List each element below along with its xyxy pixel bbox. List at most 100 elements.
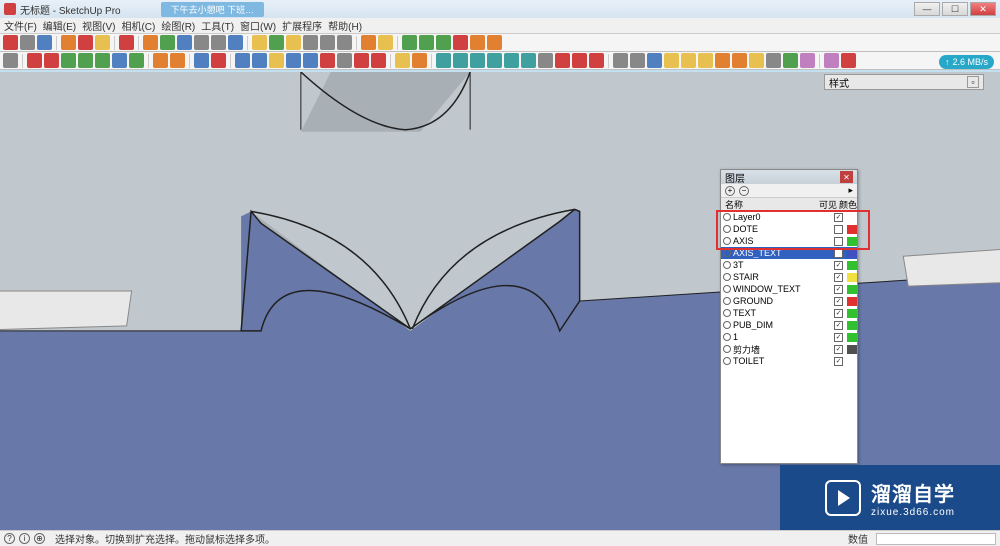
layer-radio[interactable] — [723, 309, 731, 317]
layer-row[interactable]: AXIS_TEXT — [721, 247, 857, 259]
tool-icon[interactable] — [470, 35, 485, 50]
tool-icon[interactable] — [436, 35, 451, 50]
tool-icon[interactable] — [20, 35, 35, 50]
tool-icon[interactable] — [800, 53, 815, 68]
menu-help[interactable]: 帮助(H) — [328, 18, 362, 33]
layer-row[interactable]: GROUND✓ — [721, 295, 857, 307]
layer-row[interactable]: WINDOW_TEXT✓ — [721, 283, 857, 295]
tool-icon[interactable] — [61, 53, 76, 68]
tool-icon[interactable] — [453, 53, 468, 68]
menu-edit[interactable]: 编辑(E) — [43, 18, 76, 33]
browser-tab[interactable]: 下午去小憩吧 下班… — [161, 2, 265, 17]
layer-color-swatch[interactable] — [847, 213, 857, 222]
layer-color-swatch[interactable] — [847, 249, 857, 258]
tool-icon[interactable] — [521, 53, 536, 68]
tool-icon[interactable] — [732, 53, 747, 68]
tool-icon[interactable] — [698, 53, 713, 68]
tool-icon[interactable] — [824, 53, 839, 68]
layer-color-swatch[interactable] — [847, 345, 857, 354]
tool-icon[interactable] — [715, 53, 730, 68]
layer-color-swatch[interactable] — [847, 273, 857, 282]
tool-icon[interactable] — [402, 35, 417, 50]
layer-visible-checkbox[interactable]: ✓ — [834, 261, 843, 270]
tool-icon[interactable] — [572, 53, 587, 68]
minimize-button[interactable]: — — [914, 2, 940, 16]
maximize-button[interactable]: ☐ — [942, 2, 968, 16]
layer-visible-checkbox[interactable]: ✓ — [834, 309, 843, 318]
layer-row[interactable]: DOTE — [721, 223, 857, 235]
tool-icon[interactable] — [337, 53, 352, 68]
layer-row[interactable]: 3T✓ — [721, 259, 857, 271]
layer-radio[interactable] — [723, 345, 731, 353]
layer-visible-checkbox[interactable]: ✓ — [834, 285, 843, 294]
layer-radio[interactable] — [723, 273, 731, 281]
layer-color-swatch[interactable] — [847, 225, 857, 234]
tool-icon[interactable] — [371, 53, 386, 68]
layer-row[interactable]: STAIR✓ — [721, 271, 857, 283]
menu-view[interactable]: 视图(V) — [82, 18, 115, 33]
tool-icon[interactable] — [613, 53, 628, 68]
tool-icon[interactable] — [320, 35, 335, 50]
tool-icon[interactable] — [78, 35, 93, 50]
layer-color-swatch[interactable] — [847, 261, 857, 270]
layer-visible-checkbox[interactable]: ✓ — [834, 333, 843, 342]
layer-visible-checkbox[interactable]: ✓ — [834, 213, 843, 222]
tool-icon[interactable] — [589, 53, 604, 68]
layer-visible-checkbox[interactable]: ✓ — [834, 357, 843, 366]
menu-window[interactable]: 窗口(W) — [240, 18, 276, 33]
tool-icon[interactable] — [143, 35, 158, 50]
tool-icon[interactable] — [3, 35, 18, 50]
layer-row[interactable]: Layer0✓ — [721, 211, 857, 223]
tool-icon[interactable] — [647, 53, 662, 68]
tool-icon[interactable] — [303, 53, 318, 68]
tool-icon[interactable] — [95, 35, 110, 50]
tool-icon[interactable] — [361, 35, 376, 50]
style-panel[interactable]: 样式 ▫ — [824, 74, 984, 90]
tool-icon[interactable] — [129, 53, 144, 68]
tool-icon[interactable] — [228, 35, 243, 50]
tool-icon[interactable] — [235, 53, 250, 68]
tool-icon[interactable] — [211, 35, 226, 50]
layers-menu-icon[interactable]: ▸ — [848, 185, 853, 196]
layer-color-swatch[interactable] — [847, 357, 857, 366]
layer-radio[interactable] — [723, 321, 731, 329]
value-input[interactable] — [876, 533, 996, 545]
layer-radio[interactable] — [723, 297, 731, 305]
tool-icon[interactable] — [630, 53, 645, 68]
tool-icon[interactable] — [194, 35, 209, 50]
tool-icon[interactable] — [177, 35, 192, 50]
layer-visible-checkbox[interactable]: ✓ — [834, 321, 843, 330]
col-visible[interactable]: 可见 — [817, 198, 839, 210]
tool-icon[interactable] — [453, 35, 468, 50]
tool-icon[interactable] — [61, 35, 76, 50]
tool-icon[interactable] — [211, 53, 226, 68]
tool-icon[interactable] — [286, 53, 301, 68]
layer-color-swatch[interactable] — [847, 297, 857, 306]
layer-radio[interactable] — [723, 237, 731, 245]
tool-icon[interactable] — [436, 53, 451, 68]
tool-icon[interactable] — [487, 53, 502, 68]
tool-icon[interactable] — [555, 53, 570, 68]
menu-extensions[interactable]: 扩展程序 — [282, 18, 322, 33]
layers-panel[interactable]: 图层 ✕ + − ▸ 名称 可见 颜色 Layer0✓DOTEAXISAXIS_… — [720, 169, 858, 464]
layer-row[interactable]: PUB_DIM✓ — [721, 319, 857, 331]
layer-radio[interactable] — [723, 225, 731, 233]
tool-icon[interactable] — [412, 53, 427, 68]
layer-visible-checkbox[interactable] — [834, 237, 843, 246]
menu-camera[interactable]: 相机(C) — [121, 18, 155, 33]
layer-radio[interactable] — [723, 357, 731, 365]
tool-icon[interactable] — [252, 35, 267, 50]
tool-icon[interactable] — [153, 53, 168, 68]
tool-icon[interactable] — [27, 53, 42, 68]
tool-icon[interactable] — [95, 53, 110, 68]
tool-icon[interactable] — [269, 35, 284, 50]
layer-color-swatch[interactable] — [847, 333, 857, 342]
layer-color-swatch[interactable] — [847, 237, 857, 246]
tool-icon[interactable] — [269, 53, 284, 68]
tool-icon[interactable] — [194, 53, 209, 68]
layer-row[interactable]: 剪力墙✓ — [721, 343, 857, 355]
layer-color-swatch[interactable] — [847, 309, 857, 318]
tool-icon[interactable] — [286, 35, 301, 50]
tool-icon[interactable] — [766, 53, 781, 68]
info-icon[interactable]: ? — [4, 533, 15, 544]
